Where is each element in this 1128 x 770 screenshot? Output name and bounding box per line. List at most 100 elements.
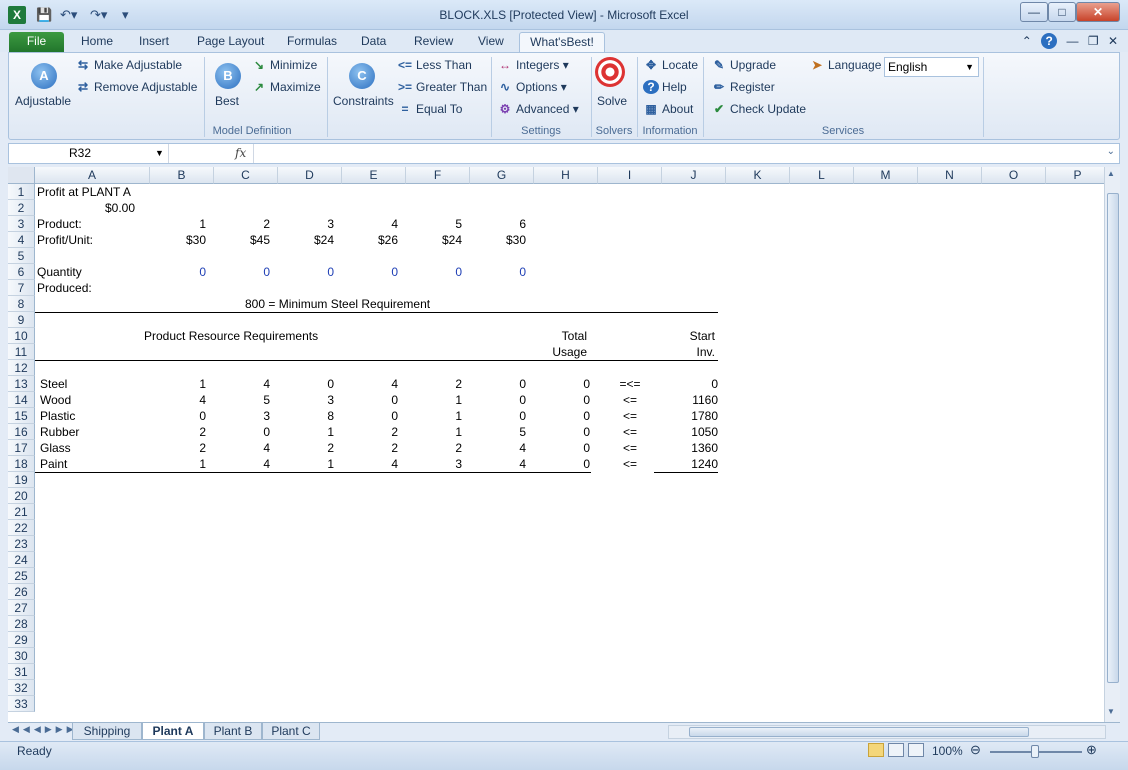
cell-j13[interactable]: 0 (662, 376, 718, 392)
about-button[interactable]: ▦ About (643, 102, 693, 116)
cell-e15[interactable]: 0 (342, 408, 398, 424)
row-header-8[interactable]: 8 (8, 296, 35, 312)
zoom-level[interactable]: 100% (932, 744, 963, 758)
cell-g13[interactable]: 0 (470, 376, 526, 392)
cell-b6[interactable]: 0 (150, 264, 206, 280)
row-header-29[interactable]: 29 (8, 632, 35, 648)
row-header-14[interactable]: 14 (8, 392, 35, 408)
row-header-5[interactable]: 5 (8, 248, 35, 264)
row-header-15[interactable]: 15 (8, 408, 35, 424)
row-header-25[interactable]: 25 (8, 568, 35, 584)
cell-h13[interactable]: 0 (534, 376, 590, 392)
cell-g4[interactable]: $30 (470, 232, 526, 248)
cell-b18[interactable]: 1 (150, 456, 206, 472)
minimize-window-button[interactable]: — (1020, 2, 1048, 22)
zoom-out-icon[interactable]: ⊖ (970, 742, 981, 758)
adjustable-button[interactable]: Adjustable (15, 94, 71, 108)
less-than-button[interactable]: <= Less Than (397, 58, 472, 72)
cell-h10[interactable]: Total (526, 328, 587, 344)
vertical-scrollbar[interactable]: ▲ ▼ (1104, 167, 1120, 722)
cell-f3[interactable]: 5 (406, 216, 462, 232)
cell-g15[interactable]: 0 (470, 408, 526, 424)
sheet-tab-shipping[interactable]: Shipping (72, 723, 142, 740)
row-header-1[interactable]: 1 (8, 184, 35, 200)
workbook-close-icon[interactable]: ✕ (1108, 34, 1118, 48)
sheet-tab-plant-c[interactable]: Plant C (262, 723, 320, 740)
cell-g18[interactable]: 4 (470, 456, 526, 472)
sheet-tab-plant-a[interactable]: Plant A (142, 723, 204, 740)
cell-e6[interactable]: 0 (342, 264, 398, 280)
cell-g16[interactable]: 5 (470, 424, 526, 440)
normal-view-icon[interactable] (868, 743, 884, 757)
cell-d6[interactable]: 0 (278, 264, 334, 280)
column-header-n[interactable]: N (918, 167, 982, 184)
cell-h15[interactable]: 0 (534, 408, 590, 424)
cell-e13[interactable]: 4 (342, 376, 398, 392)
tab-view[interactable]: View (472, 32, 510, 52)
column-header-f[interactable]: F (406, 167, 470, 184)
cell-h18[interactable]: 0 (534, 456, 590, 472)
language-select[interactable]: English ▼ (884, 57, 979, 77)
zoom-slider-handle[interactable] (1031, 745, 1039, 758)
cell-g14[interactable]: 0 (470, 392, 526, 408)
cell-d18[interactable]: 1 (278, 456, 334, 472)
cell-c3[interactable]: 2 (214, 216, 270, 232)
row-header-16[interactable]: 16 (8, 424, 35, 440)
cell-j11[interactable]: Inv. (654, 344, 715, 360)
column-header-k[interactable]: K (726, 167, 790, 184)
cell-b3[interactable]: 1 (150, 216, 206, 232)
solve-button[interactable]: Solve (597, 94, 627, 108)
vertical-scroll-thumb[interactable] (1107, 193, 1119, 683)
cell-c16[interactable]: 0 (214, 424, 270, 440)
row-header-28[interactable]: 28 (8, 616, 35, 632)
cell-b10[interactable]: Product Resource Requirements (144, 328, 318, 344)
cell-h11[interactable]: Usage (526, 344, 587, 360)
column-header-e[interactable]: E (342, 167, 406, 184)
insert-function-icon[interactable]: fx (235, 146, 246, 160)
cell-b17[interactable]: 2 (150, 440, 206, 456)
solve-icon[interactable] (595, 57, 625, 87)
column-header-l[interactable]: L (790, 167, 854, 184)
remove-adjustable-button[interactable]: ⇄ Remove Adjustable (75, 80, 197, 94)
cell-d16[interactable]: 1 (278, 424, 334, 440)
cell-e16[interactable]: 2 (342, 424, 398, 440)
column-header-j[interactable]: J (662, 167, 726, 184)
cell-f14[interactable]: 1 (406, 392, 462, 408)
tab-whatsbest[interactable]: What'sBest! (519, 32, 605, 52)
tab-page-layout[interactable]: Page Layout (191, 32, 270, 52)
column-header-i[interactable]: I (598, 167, 662, 184)
greater-than-button[interactable]: >= Greater Than (397, 80, 487, 94)
row-header-7[interactable]: 7 (8, 280, 35, 296)
maximize-button[interactable]: ↗ Maximize (251, 80, 321, 94)
best-icon[interactable]: B (215, 63, 241, 89)
cell-d3[interactable]: 3 (278, 216, 334, 232)
collapse-ribbon-icon[interactable]: ⌃ (1022, 34, 1032, 48)
cell-a16[interactable]: Rubber (40, 424, 79, 440)
cell-a15[interactable]: Plastic (40, 408, 75, 424)
row-header-30[interactable]: 30 (8, 648, 35, 664)
cell-h16[interactable]: 0 (534, 424, 590, 440)
row-header-17[interactable]: 17 (8, 440, 35, 456)
upgrade-button[interactable]: ✎ Upgrade (711, 58, 776, 72)
row-header-32[interactable]: 32 (8, 680, 35, 696)
cell-b16[interactable]: 2 (150, 424, 206, 440)
tab-review[interactable]: Review (408, 32, 459, 52)
page-layout-view-icon[interactable] (888, 743, 904, 757)
cell-c13[interactable]: 4 (214, 376, 270, 392)
cell-j16[interactable]: 1050 (662, 424, 718, 440)
column-header-d[interactable]: D (278, 167, 342, 184)
cell-b14[interactable]: 4 (150, 392, 206, 408)
scroll-up-icon[interactable]: ▲ (1107, 169, 1115, 178)
sheet-nav-arrows-icon[interactable]: ◀◀◀▶▶▶ (12, 724, 78, 735)
help-button[interactable]: ? Help (643, 80, 687, 94)
column-header-b[interactable]: B (150, 167, 214, 184)
column-header-m[interactable]: M (854, 167, 918, 184)
cell-c8[interactable]: 800 = Minimum Steel Requirement (245, 296, 430, 312)
cell-h14[interactable]: 0 (534, 392, 590, 408)
row-header-20[interactable]: 20 (8, 488, 35, 504)
cell-d17[interactable]: 2 (278, 440, 334, 456)
column-header-o[interactable]: O (982, 167, 1046, 184)
workbook-restore-icon[interactable]: ❐ (1088, 34, 1099, 48)
make-adjustable-button[interactable]: ⇆ Make Adjustable (75, 58, 182, 72)
row-header-24[interactable]: 24 (8, 552, 35, 568)
